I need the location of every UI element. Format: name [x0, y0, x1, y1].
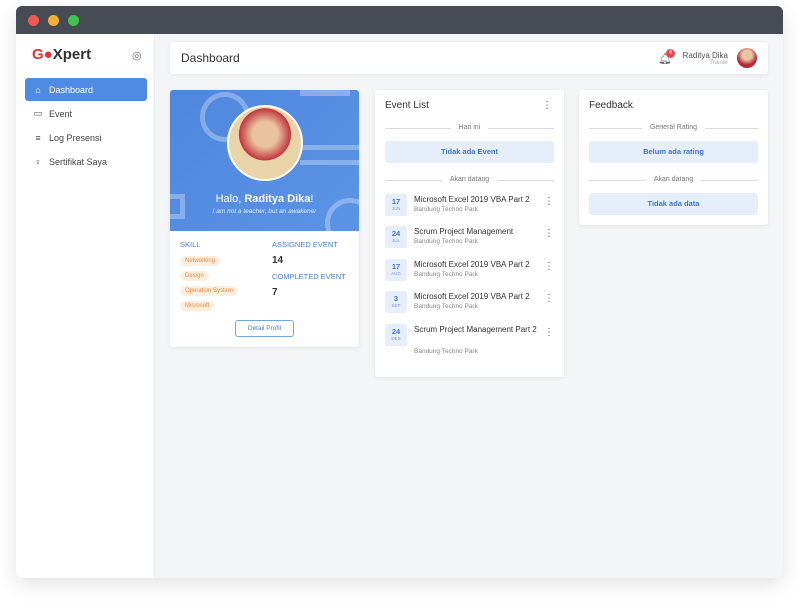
skill-tag: Microsoft: [180, 301, 215, 311]
profile-card: Halo, Raditya Dika! I am not a teacher, …: [170, 90, 359, 347]
event-title: Microsoft Excel 2019 VBA Part 2: [414, 292, 530, 301]
sidebar-item-label: Sertifikat Saya: [49, 156, 108, 167]
detail-profil-button[interactable]: Detail Profil: [235, 320, 294, 337]
logo[interactable]: G●Xpert: [32, 46, 91, 63]
settings-icon[interactable]: ◎: [132, 49, 142, 62]
upcoming-divider: Akan datang: [589, 176, 758, 185]
event-title: Microsoft Excel 2019 VBA Part 2: [414, 260, 530, 269]
sidebar-item-log-presensi[interactable]: ≡ Log Presensi: [25, 126, 147, 149]
list-icon: ≡: [35, 132, 41, 143]
more-options-icon[interactable]: ⋮: [544, 228, 554, 239]
calendar-icon: ▭: [33, 108, 43, 118]
today-empty-state: Tidak ada Event: [385, 141, 554, 163]
upcoming-divider: Akan datang: [385, 176, 554, 185]
sidebar-item-sertifikat-saya[interactable]: ♀ Sertifikat Saya: [25, 150, 147, 173]
home-icon: ⌂: [35, 84, 41, 95]
more-options-icon[interactable]: ⋮: [544, 261, 554, 272]
event-location: Bandung Techno Park: [414, 303, 478, 310]
more-options-icon[interactable]: ⋮: [544, 327, 554, 338]
sidebar-item-event[interactable]: ▭ Event: [25, 102, 147, 125]
close-window-button[interactable]: [28, 14, 39, 26]
skill-tag: Operation System: [180, 286, 239, 296]
profile-quote: I am not a teacher, but an awakener: [212, 208, 317, 215]
minimize-window-button[interactable]: [48, 14, 59, 26]
top-header: Dashboard 🔔︎ 4 Raditya Dika Trainer: [170, 42, 768, 74]
event-date: 24 JUL: [385, 226, 407, 248]
profile-banner: Halo, Raditya Dika! I am not a teacher, …: [170, 90, 359, 231]
more-options-icon[interactable]: ⋮: [544, 196, 554, 207]
sidebar-item-label: Log Presensi: [49, 132, 102, 143]
event-location: Bandung Techno Park: [414, 206, 478, 213]
assigned-event-count: 14: [272, 255, 284, 266]
rating-empty-state: Belum ada rating: [589, 141, 758, 163]
completed-event-count: 7: [272, 287, 278, 298]
feedback-card: Feedback General Rating Belum ada rating…: [579, 90, 768, 225]
completed-event-label: COMPLETED EVENT: [272, 272, 346, 281]
sidebar-item-label: Dashboard: [49, 84, 94, 95]
upcoming-empty-state: Tidak ada data: [589, 193, 758, 215]
more-options-icon[interactable]: ⋮: [542, 100, 552, 111]
event-location: Bandung Techno Park: [414, 348, 478, 355]
event-title: Microsoft Excel 2019 VBA Part 2: [414, 195, 530, 204]
skill-tag: Networking: [180, 256, 221, 266]
event-date: 17 JUN: [385, 194, 407, 216]
skill-tag: Design: [180, 271, 209, 281]
more-options-icon[interactable]: ⋮: [544, 293, 554, 304]
page-title: Dashboard: [181, 51, 240, 65]
assigned-event-label: ASSIGNED EVENT: [272, 240, 338, 249]
main-content: Dashboard 🔔︎ 4 Raditya Dika Trainer Halo…: [155, 34, 783, 578]
user-name[interactable]: Raditya Dika: [683, 51, 728, 60]
profile-photo: [227, 105, 303, 181]
skill-label: SKILL: [180, 240, 201, 249]
event-date: 3 SEP: [385, 291, 407, 313]
sidebar-item-dashboard[interactable]: ⌂ Dashboard: [25, 78, 147, 101]
avatar[interactable]: [737, 48, 757, 68]
event-location: Bandung Techno Park: [414, 271, 478, 278]
sidebar-nav: ⌂ Dashboard ▭ Event ≡ Log Presensi ♀ Sertifi…: [25, 78, 147, 174]
app-window: G●Xpert ◎ ⌂ Dashboard ▭ Event ≡ Log Presens…: [16, 6, 783, 578]
today-divider: Hari ini: [385, 124, 554, 133]
feedback-title: Feedback: [589, 100, 633, 111]
greeting: Halo, Raditya Dika!: [215, 193, 314, 205]
event-title: Scrum Project Management Part 2: [414, 325, 537, 334]
sidebar-item-label: Event: [49, 108, 73, 119]
title-bar: [16, 6, 783, 34]
event-date: 24 DES: [385, 324, 407, 346]
event-location: Bandung Techno Park: [414, 238, 478, 245]
user-role: Trainer: [709, 60, 728, 66]
rating-divider: General Rating: [589, 124, 758, 133]
event-list-title: Event List: [385, 100, 429, 111]
sidebar: G●Xpert ◎ ⌂ Dashboard ▭ Event ≡ Log Presens…: [16, 34, 155, 578]
event-date: 17 AUG: [385, 259, 407, 281]
maximize-window-button[interactable]: [68, 14, 79, 26]
event-list-card: Event List ⋮ Hari ini Tidak ada Event Ak…: [375, 90, 564, 377]
award-icon: ♀: [34, 156, 42, 167]
notification-badge: 4: [666, 49, 675, 58]
event-title: Scrum Project Management: [414, 227, 514, 236]
